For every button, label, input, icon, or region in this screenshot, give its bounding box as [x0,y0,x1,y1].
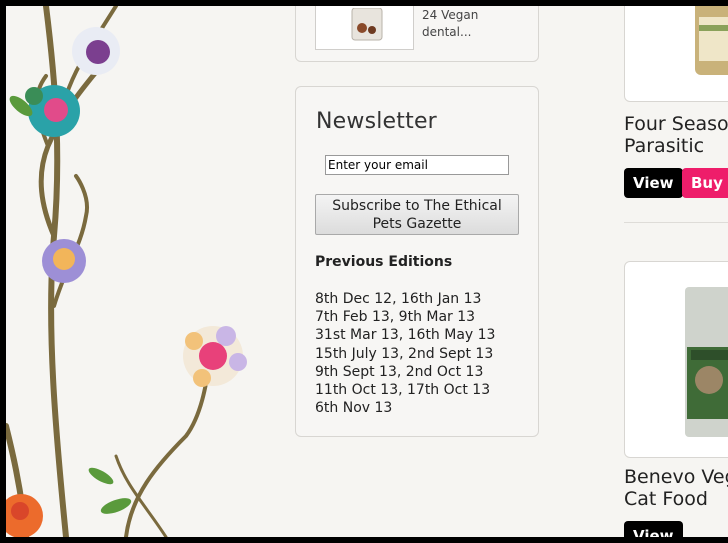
product-image-card[interactable] [624,261,728,458]
newsletter-title: Newsletter [316,109,437,134]
top-product-panel: 24 Vegan dental... [295,6,539,62]
product-bag-image [685,287,728,437]
edition-link[interactable]: 31st Mar 13, 16th May 13 [315,326,495,344]
view-button[interactable]: View [624,521,683,537]
edition-link[interactable]: 7th Feb 13, 9th Mar 13 [315,308,495,326]
view-button[interactable]: View [624,168,683,198]
flower-lilac [42,239,86,283]
subscribe-button[interactable]: Subscribe to The Ethical Pets Gazette [315,194,519,235]
flower-pink [183,326,247,387]
previous-editions-title: Previous Editions [315,254,453,270]
product-name-line2: Parasitic [624,135,705,157]
top-product-thumbnail[interactable] [315,6,414,50]
newsletter-panel: Newsletter Subscribe to The Ethical Pets… [295,86,539,437]
edition-link[interactable]: 11th Oct 13, 17th Oct 13 [315,381,495,399]
top-product-text-line2: dental... [422,25,472,39]
flower-purple-top [72,27,120,75]
divider [624,222,728,223]
product-name-line2: Cat Food [624,488,708,510]
top-product-text-line1: 24 Vegan [422,8,479,22]
product-image-card[interactable] [624,6,728,102]
product-name-line1: Benevo Veg [624,466,728,488]
product-jar-image [695,6,728,75]
top-product-text[interactable]: 24 Vegan dental... [422,7,478,41]
product-bag-image [351,8,383,41]
flower-orange [6,494,43,537]
product-name-line1: Four Seaso [624,113,728,135]
flower-teal [25,85,80,137]
decorative-flower-branch [6,6,247,537]
page: 24 Vegan dental... Newsletter Subscribe … [6,6,728,537]
edition-link[interactable]: 6th Nov 13 [315,399,495,417]
buy-button[interactable]: Buy [682,168,728,198]
previous-editions-list: 8th Dec 12, 16th Jan 13 7th Feb 13, 9th … [315,290,495,417]
edition-link[interactable]: 9th Sept 13, 2nd Oct 13 [315,363,495,381]
product-name[interactable]: Four Seaso Parasitic [624,113,728,157]
product-name[interactable]: Benevo Veg Cat Food [624,466,728,510]
edition-link[interactable]: 8th Dec 12, 16th Jan 13 [315,290,495,308]
email-input[interactable] [325,155,509,175]
edition-link[interactable]: 15th July 13, 2nd Sept 13 [315,345,495,363]
